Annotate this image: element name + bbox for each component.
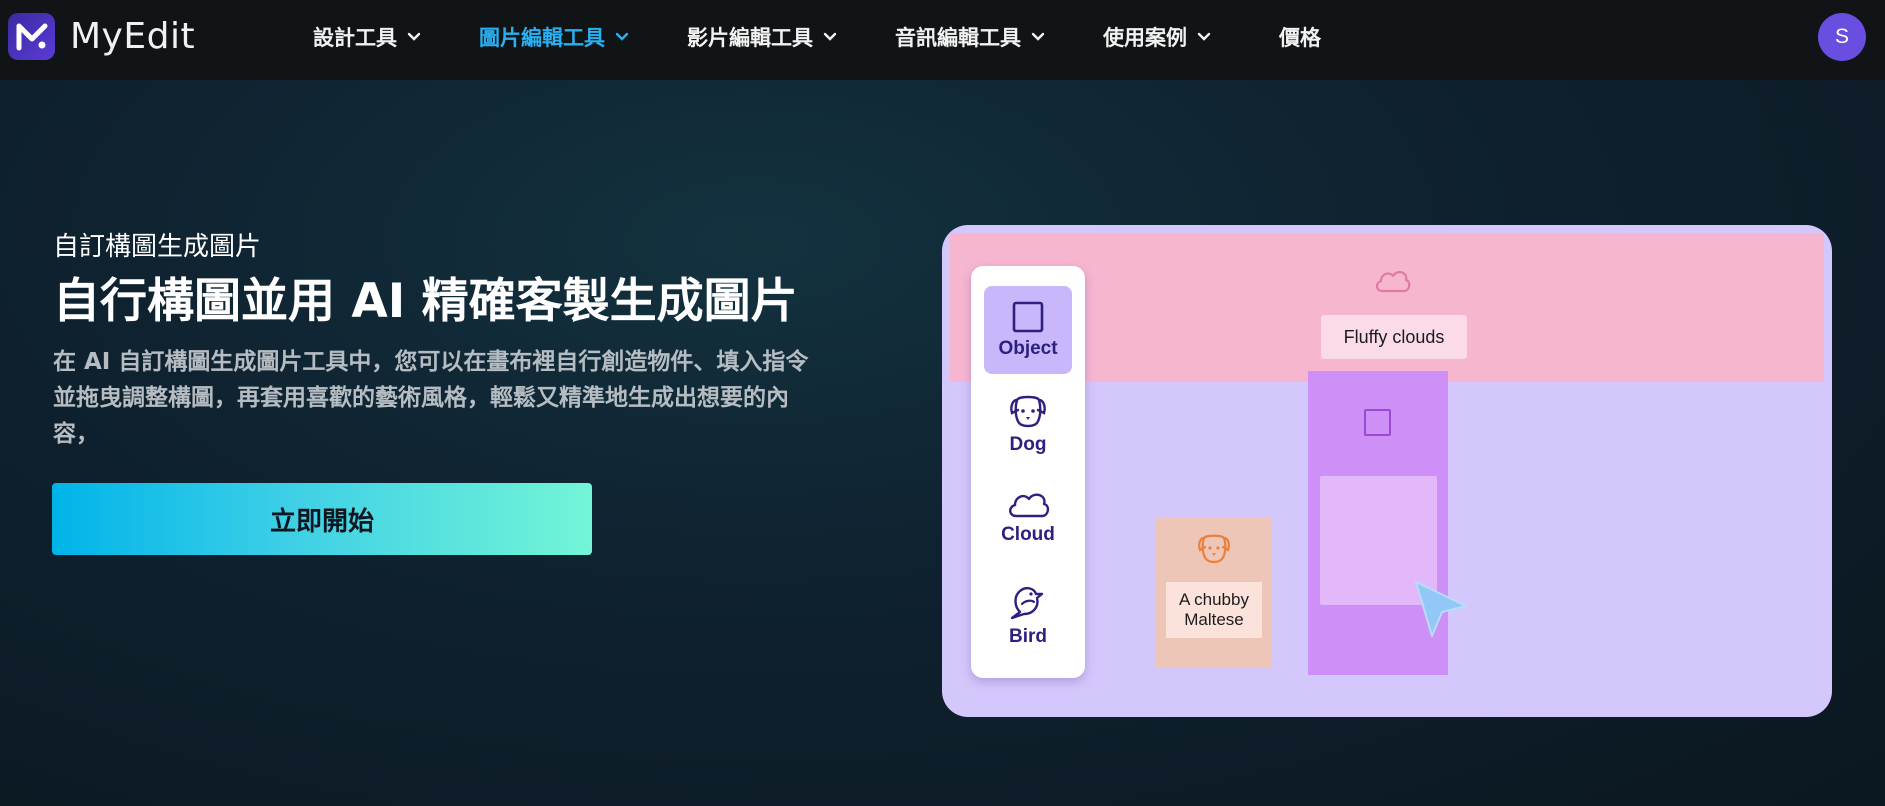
- chevron-down-icon: [1031, 32, 1045, 42]
- square-icon: [1364, 409, 1391, 436]
- nav-item-label: 音訊編輯工具: [895, 26, 1021, 50]
- chevron-down-icon: [1197, 32, 1211, 42]
- logo-text: MyEdit: [70, 16, 196, 57]
- nav-item-audio-editing-tools[interactable]: 音訊編輯工具: [895, 22, 1045, 52]
- hero-subtitle: 自訂構圖生成圖片: [53, 232, 262, 262]
- myedit-logo-icon: [8, 13, 55, 60]
- dog-prompt-label: A chubby Maltese: [1166, 582, 1262, 638]
- hero-title: 自行構圖並用 AI 精確客製生成圖片: [53, 274, 798, 329]
- nav-item-pricing[interactable]: 價格: [1279, 22, 1321, 52]
- hero-description: 在 AI 自訂構圖生成圖片工具中，您可以在畫布裡自行創造物件、填入指令 並拖曳調…: [53, 344, 853, 452]
- dog-region: A chubby Maltese: [1156, 518, 1272, 668]
- dog-icon: [1196, 532, 1232, 570]
- nav-item-video-editing-tools[interactable]: 影片編輯工具: [687, 22, 837, 52]
- get-started-button[interactable]: 立即開始: [52, 483, 592, 555]
- palette-item-label: Dog: [1009, 434, 1047, 455]
- palette-item-dog[interactable]: Dog: [984, 394, 1072, 464]
- dog-prompt-line: A chubby: [1179, 590, 1249, 609]
- palette-item-label: Bird: [1009, 626, 1047, 647]
- top-nav-bar: MyEdit 設計工具 圖片編輯工具 影片編輯工具 音訊編輯工具 使用案例 價格…: [0, 0, 1885, 80]
- pointer-cursor-icon: [1412, 578, 1470, 644]
- composition-illustration: Fluffy clouds A chubby Maltese Object Do…: [942, 225, 1832, 717]
- nav-item-label: 圖片編輯工具: [479, 26, 605, 50]
- sky-prompt-label: Fluffy clouds: [1321, 315, 1467, 359]
- object-palette: Object Dog Cloud Bird: [971, 266, 1085, 678]
- nav-item-label: 影片編輯工具: [687, 26, 813, 50]
- hero-description-line: 在 AI 自訂構圖生成圖片工具中，您可以在畫布裡自行創造物件、填入指令: [53, 349, 809, 375]
- cloud-icon: [1373, 266, 1411, 298]
- myedit-logo[interactable]: MyEdit: [8, 13, 195, 60]
- palette-item-bird[interactable]: Bird: [984, 582, 1072, 658]
- chevron-down-icon: [823, 32, 837, 42]
- hero-description-line: 並拖曳調整構圖，再套用喜歡的藝術風格，輕鬆又精準地生成出想要的內: [53, 385, 789, 411]
- nav-menu: 設計工具 圖片編輯工具 影片編輯工具 音訊編輯工具 使用案例 價格: [313, 0, 1321, 74]
- dog-icon: [1010, 395, 1046, 428]
- chevron-down-icon: [615, 32, 629, 42]
- nav-item-use-cases[interactable]: 使用案例: [1103, 22, 1211, 52]
- bird-icon: [1010, 586, 1044, 620]
- cloud-icon: [1009, 493, 1050, 518]
- palette-item-label: Cloud: [1001, 524, 1055, 545]
- nav-item-label: 使用案例: [1103, 26, 1187, 50]
- square-icon: [1012, 301, 1044, 333]
- nav-item-photo-editing-tools[interactable]: 圖片編輯工具: [479, 22, 629, 52]
- user-avatar[interactable]: S: [1818, 13, 1866, 61]
- palette-item-cloud[interactable]: Cloud: [984, 488, 1072, 558]
- nav-item-label: 價格: [1279, 26, 1321, 50]
- nav-item-label: 設計工具: [313, 26, 397, 50]
- dog-prompt-line: Maltese: [1184, 610, 1244, 629]
- chevron-down-icon: [407, 32, 421, 42]
- nav-item-design-tools[interactable]: 設計工具: [313, 22, 421, 52]
- hero-description-line: 容，: [53, 421, 99, 447]
- palette-item-label: Object: [998, 338, 1058, 359]
- palette-item-object[interactable]: Object: [984, 286, 1072, 374]
